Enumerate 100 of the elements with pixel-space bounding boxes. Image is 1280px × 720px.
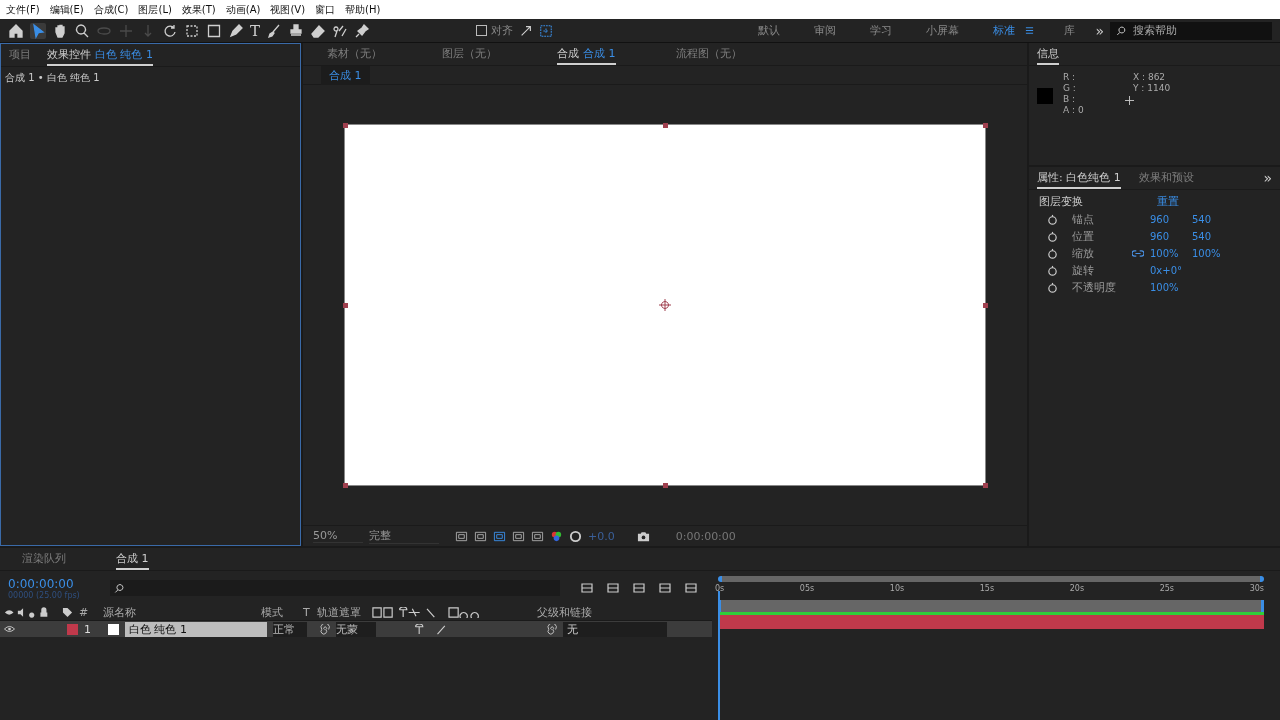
label-color-swatch[interactable] [67,623,78,635]
property-value[interactable]: 100% [1150,248,1192,259]
timeline-switch-icon[interactable] [684,581,698,595]
layer-row[interactable]: 1 白色 纯色 1 正常 无蒙 无 [0,621,712,637]
property-value[interactable]: 960 [1150,231,1192,242]
brush-icon[interactable] [266,22,282,39]
panel-tab[interactable]: 效果控件 白色 纯色 1 [47,44,153,66]
workspace-tab[interactable]: 库 [1064,23,1076,38]
viewer-tab[interactable]: 图层（无） [442,43,497,65]
view-option-icon[interactable] [474,529,487,543]
stopwatch-icon[interactable] [1047,231,1058,242]
eye-icon[interactable] [4,625,15,633]
stamp-icon[interactable] [288,22,304,39]
view-option-icon[interactable] [531,529,544,543]
overflow-button[interactable]: » [1095,22,1104,39]
layer-name[interactable]: 白色 纯色 1 [125,621,267,637]
timeline-switch-icon[interactable] [606,581,620,595]
property-value[interactable]: 540 [1192,214,1234,225]
rotate-icon[interactable] [162,22,178,39]
transform-handle[interactable] [982,122,988,128]
transform-handle[interactable] [982,482,988,488]
menu-item[interactable]: 效果(T) [181,2,216,17]
timeline-switch-icon[interactable] [632,581,646,595]
menu-item[interactable]: 视图(V) [270,2,306,17]
anchor-point-icon[interactable] [659,299,671,311]
workspace-tab[interactable]: 默认 [758,23,781,38]
workspace-tab[interactable]: 小屏幕 [926,23,960,38]
pin-icon[interactable] [354,22,370,39]
stopwatch-icon[interactable] [1047,248,1058,259]
viewer-timecode[interactable]: 0:00:00:00 [675,529,736,543]
workspace-tab[interactable]: 审阅 [814,23,837,38]
transform-handle[interactable] [342,482,348,488]
viewer-tab[interactable]: 合成 合成 1 [557,43,616,65]
viewer-tab[interactable]: 素材（无） [327,43,382,65]
menu-item[interactable]: 帮助(H) [345,2,381,17]
pen-icon[interactable] [228,22,244,39]
timeline-tab[interactable]: 合成 1 [116,548,149,570]
stopwatch-icon[interactable] [1047,282,1058,293]
property-value[interactable]: 960 [1150,214,1192,225]
viewer-tab[interactable]: 流程图（无） [675,43,742,65]
info-tab[interactable]: 信息 [1037,43,1059,65]
menu-item[interactable]: 动画(A) [225,2,261,17]
menu-item[interactable]: 图层(L) [138,2,172,17]
menu-item[interactable]: 合成(C) [93,2,129,17]
view-option-icon[interactable] [512,529,525,543]
transform-handle[interactable] [662,482,668,488]
timeline-switch-icon[interactable] [580,581,594,595]
matte-dropdown[interactable]: 无蒙 [336,621,376,637]
transform-handle[interactable] [662,122,668,128]
resolution-dropdown[interactable]: 完整 [369,528,439,544]
column-header[interactable]: 源名称 [99,605,255,620]
zoom-icon[interactable] [74,22,90,39]
parent-dropdown[interactable]: 无 [563,621,667,637]
text-tool[interactable]: T [250,22,260,39]
property-value[interactable]: 100% [1150,282,1192,293]
stopwatch-icon[interactable] [1047,214,1058,225]
mode-dropdown[interactable]: 正常 [273,621,307,637]
zoom-dropdown[interactable]: 50% [313,529,363,543]
stopwatch-icon[interactable] [1047,265,1058,276]
overflow-button[interactable]: » [1263,170,1272,186]
search-field[interactable]: 搜索帮助 [1131,23,1266,38]
grid-snap-icon[interactable] [539,23,553,38]
menu-item[interactable]: 窗口 [315,2,336,17]
current-timecode[interactable]: 0:00:00:00 [8,576,98,591]
dashed-square-icon[interactable] [184,22,200,39]
view-option-icon[interactable] [455,529,468,543]
property-value[interactable]: 100% [1192,248,1234,259]
pointer-icon[interactable] [30,22,46,39]
menu-item[interactable]: 编辑(E) [49,2,84,17]
property-value[interactable]: 0x+0° [1150,265,1192,276]
properties-tab[interactable]: 效果和预设 [1138,167,1194,189]
property-value[interactable]: 540 [1192,231,1234,242]
layer-search-field[interactable] [110,580,560,596]
home-icon[interactable] [8,22,24,39]
rectangle-icon[interactable] [206,22,222,39]
expand-arrow-icon[interactable] [519,23,533,38]
transform-handle[interactable] [342,122,348,128]
menu-icon[interactable] [1025,26,1035,35]
color-channels-icon[interactable] [550,529,563,543]
view-option-icon[interactable] [493,529,506,543]
exposure-reset-icon[interactable] [569,529,582,543]
transform-handle[interactable] [342,302,348,308]
time-ruler[interactable]: 0s 05s 10s 15s 20s 25s 30s [715,582,1264,600]
snap-checkbox[interactable] [476,25,487,36]
timeline-tab[interactable]: 渲染队列 [22,548,66,570]
workspace-tab[interactable]: 学习 [870,23,893,38]
menu-item[interactable]: 文件(F) [6,2,40,17]
transform-handle[interactable] [982,302,988,308]
hand-icon[interactable] [52,22,68,39]
timeline-switch-icon[interactable] [658,581,672,595]
link-icon[interactable] [1132,250,1144,257]
camera-icon[interactable] [636,529,650,543]
properties-tab[interactable]: 属性: 白色纯色 1 [1037,167,1121,189]
reset-link[interactable]: 重置 [1157,194,1179,209]
spiral-icon[interactable] [546,623,557,635]
workspace-tab[interactable]: 标准 [993,23,1016,38]
composition-subtab[interactable]: 合成 1 [321,65,370,85]
search-box[interactable]: 搜索帮助 [1110,21,1272,40]
panel-tab[interactable]: 项目 [9,44,31,66]
spiral-icon[interactable] [319,623,330,635]
